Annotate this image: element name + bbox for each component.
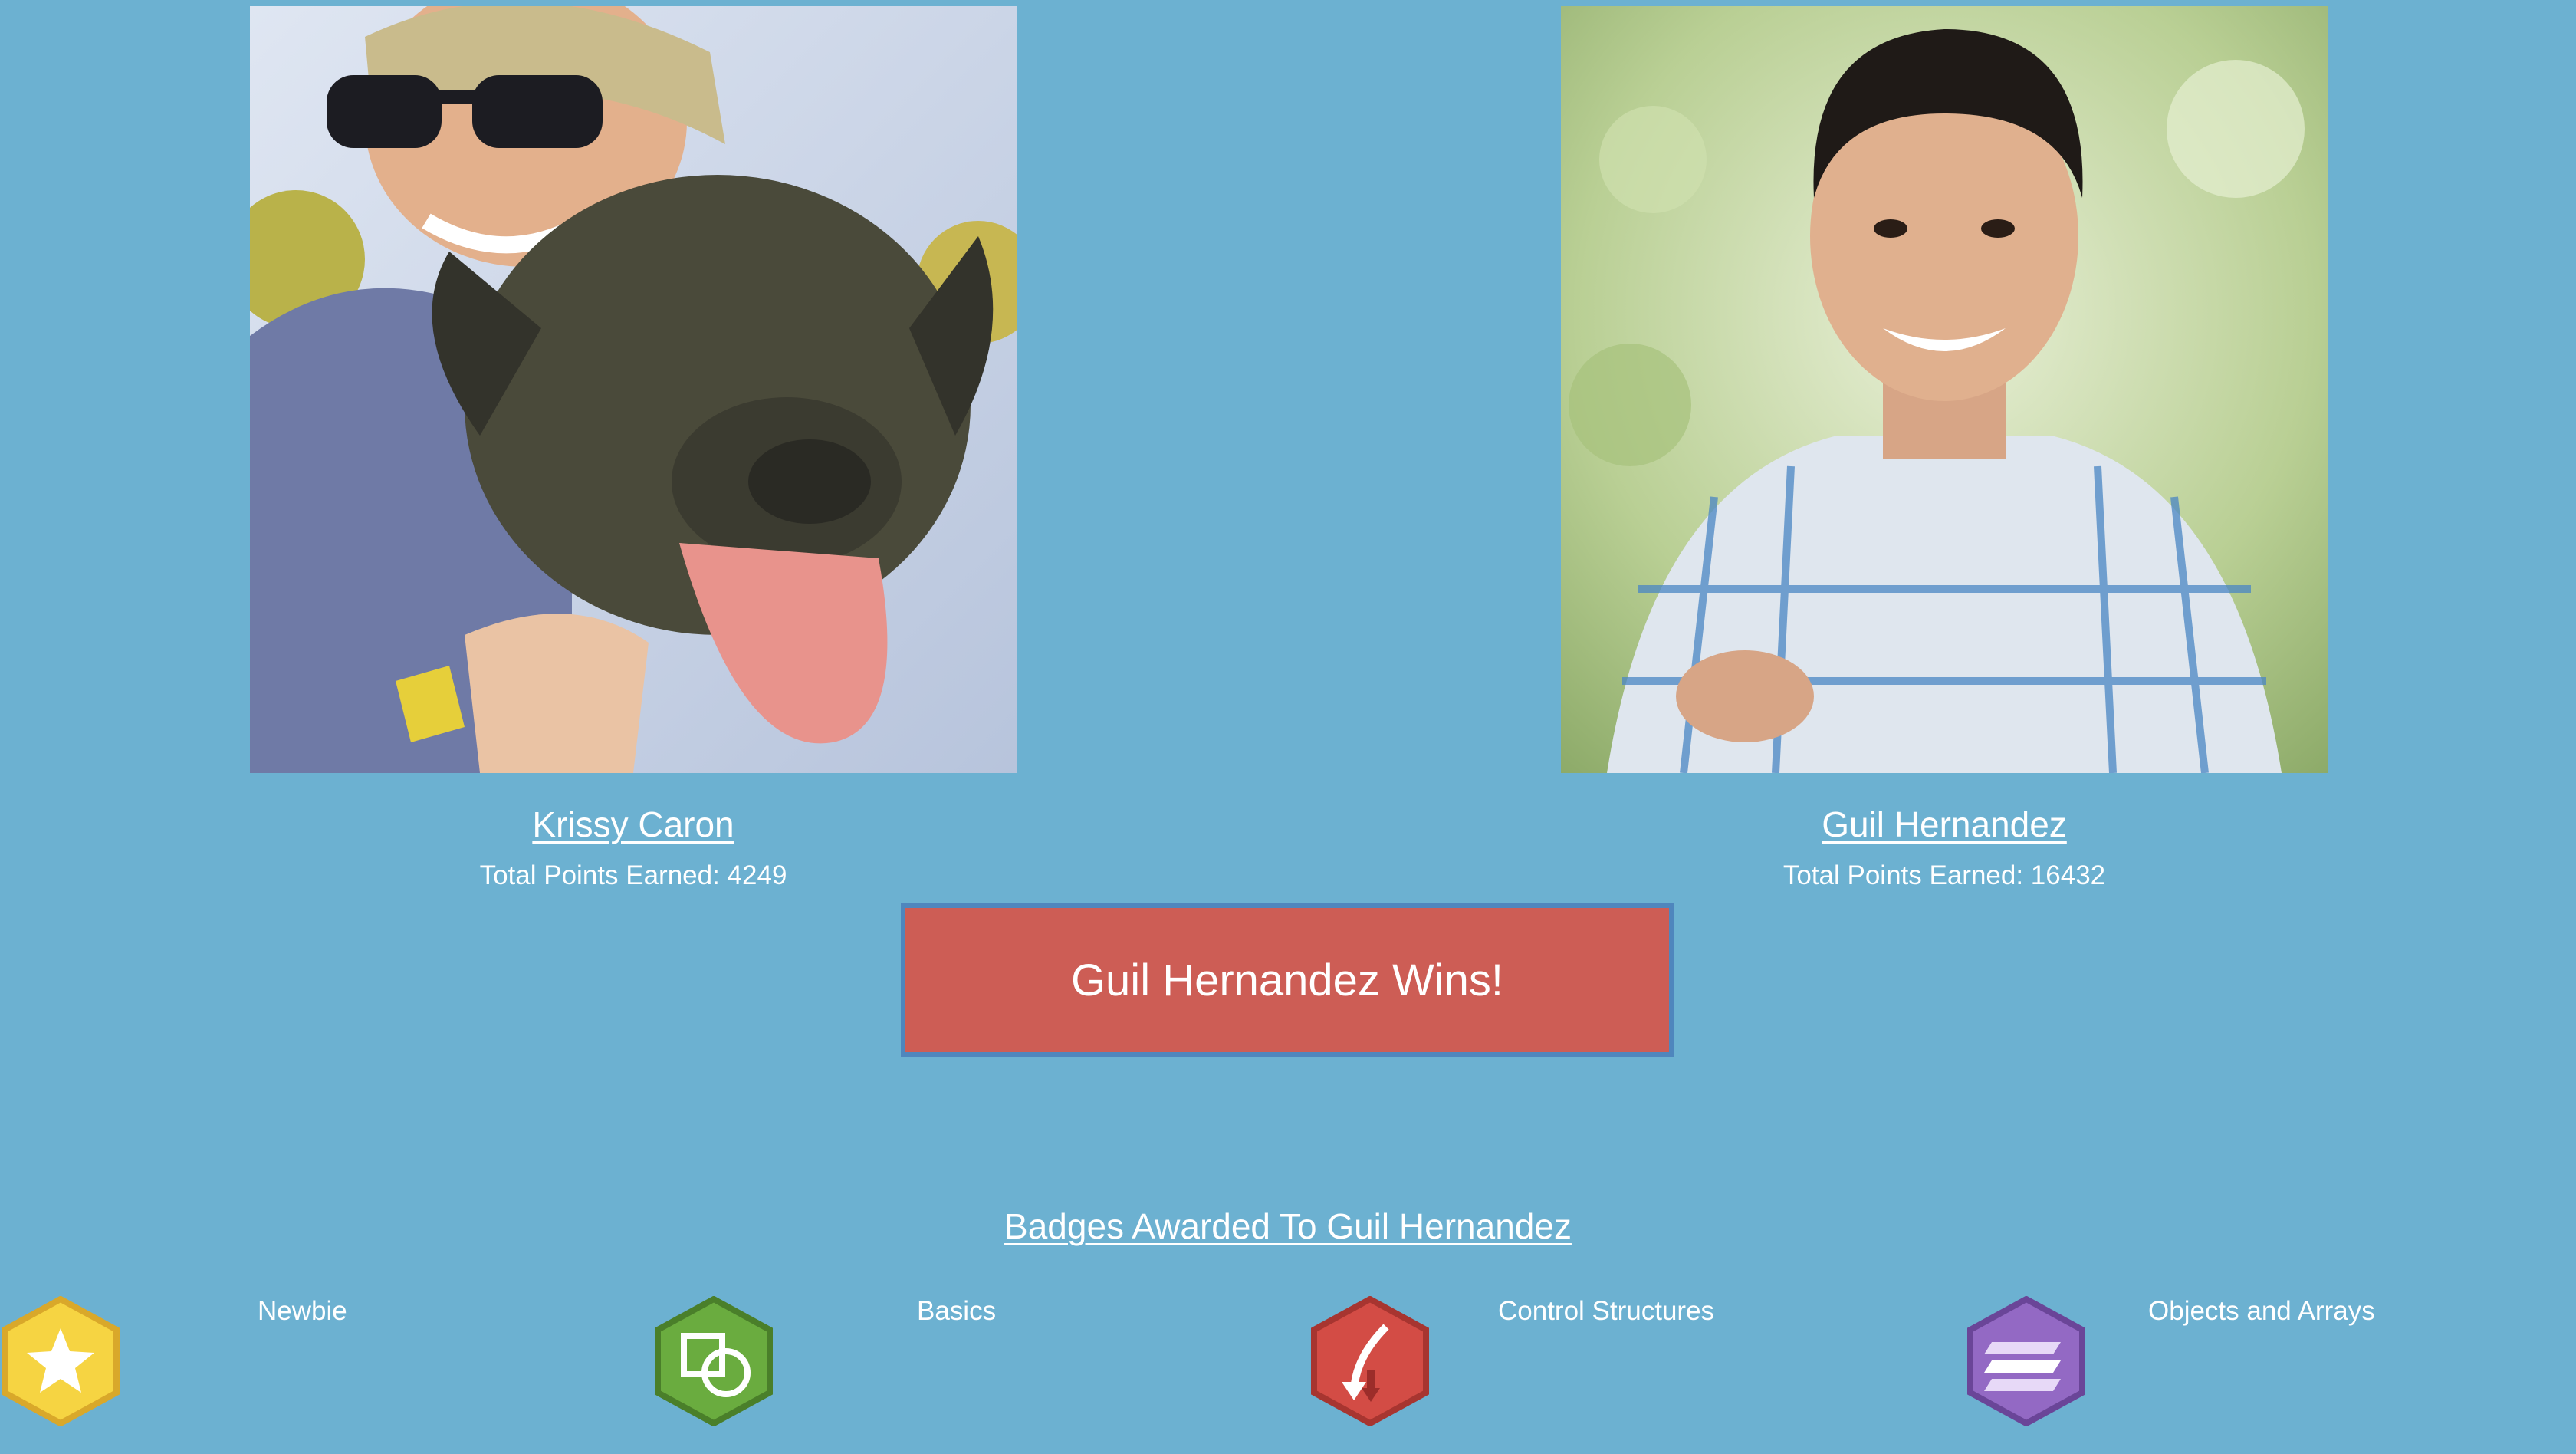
player-points-krissy: Total Points Earned: 4249 xyxy=(479,860,787,890)
star-icon xyxy=(0,1296,121,1426)
branch-arrow-icon xyxy=(1309,1296,1431,1426)
badge-label: Newbie xyxy=(258,1296,347,1326)
shapes-icon xyxy=(653,1296,774,1426)
player-card-right: Guil Hernandez Total Points Earned: 1643… xyxy=(1561,6,2328,891)
badge-label: Basics xyxy=(917,1296,997,1326)
badges-section-title: Badges Awarded To Guil Hernandez xyxy=(0,1206,2576,1247)
winner-banner: Guil Hernandez Wins! xyxy=(901,903,1674,1057)
badge-label: Control Structures xyxy=(1498,1296,1715,1326)
badges-title-link[interactable]: Badges Awarded To Guil Hernandez xyxy=(1004,1206,1572,1246)
badge-control-structures[interactable]: Control Structures xyxy=(1309,1296,1966,1454)
player-card-left: Krissy Caron Total Points Earned: 4249 xyxy=(250,6,1017,891)
badge-newbie[interactable]: Newbie xyxy=(0,1296,656,1454)
badge-label: Objects and Arrays xyxy=(2148,1296,2375,1326)
badge-basics[interactable]: Basics xyxy=(653,1296,1309,1454)
player-photo-krissy xyxy=(250,6,1017,773)
badge-objects-and-arrays[interactable]: Objects and Arrays xyxy=(1966,1296,2576,1454)
player-name-link-guil[interactable]: Guil Hernandez xyxy=(1822,804,2067,845)
player-photo-guil xyxy=(1561,6,2328,773)
player-points-guil: Total Points Earned: 16432 xyxy=(1783,860,2106,890)
layers-icon xyxy=(1966,1296,2087,1426)
player-name-link-krissy[interactable]: Krissy Caron xyxy=(532,804,734,845)
page: Krissy Caron Total Points Earned: 4249 G… xyxy=(0,0,2576,1454)
